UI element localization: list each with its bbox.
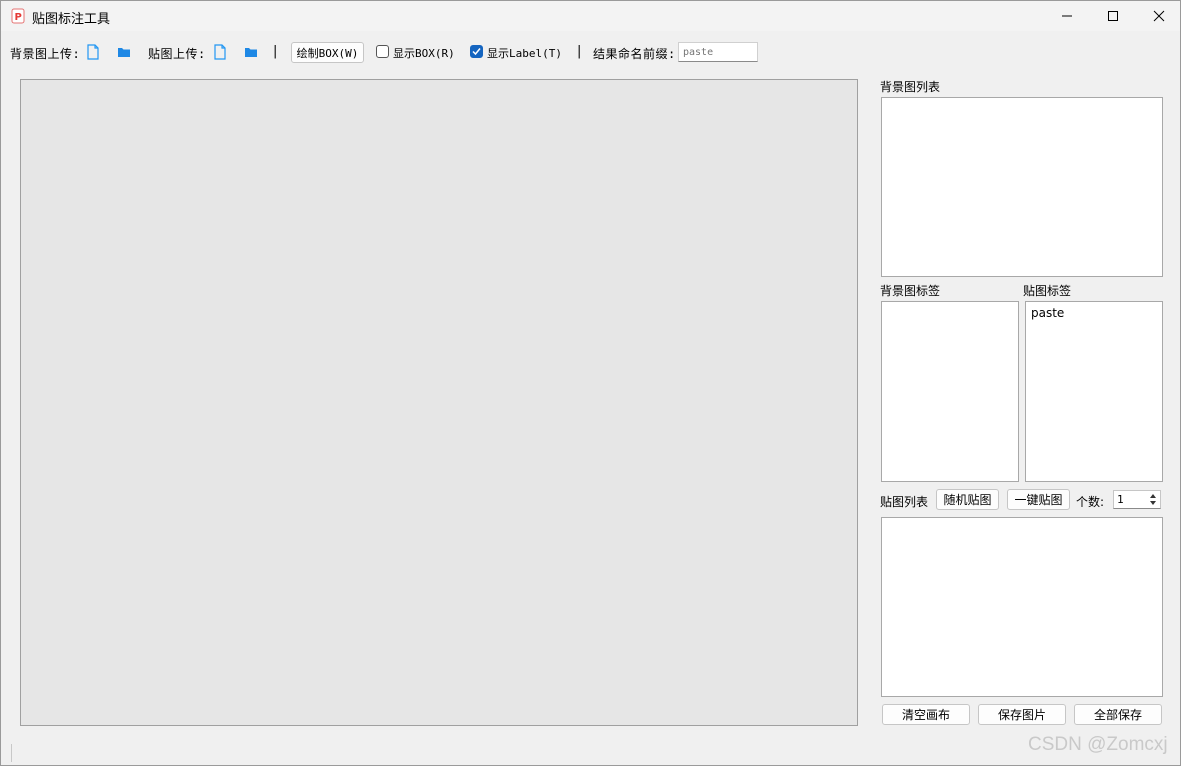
prefix-input[interactable] xyxy=(678,42,758,62)
window-title: 贴图标注工具 xyxy=(32,12,111,27)
show-label-checkbox[interactable] xyxy=(470,45,483,58)
maximize-button[interactable] xyxy=(1090,1,1136,31)
app-logo-icon: P xyxy=(11,8,25,24)
toolbar-separator: | xyxy=(273,44,278,59)
bg-tags-list[interactable] xyxy=(881,301,1019,482)
count-value: 1 xyxy=(1117,493,1124,506)
draw-box-button[interactable]: 绘制BOX(W) xyxy=(291,42,364,63)
paste-tags-list[interactable]: paste xyxy=(1025,301,1163,482)
bg-list-label: 背景图列表 xyxy=(880,80,941,94)
paste-list-label: 贴图列表 xyxy=(880,495,929,509)
paste-upload-folder-icon[interactable] xyxy=(244,44,258,60)
bg-upload-label: 背景图上传: xyxy=(10,47,81,61)
title-bar: P 贴图标注工具 xyxy=(1,1,1180,31)
bg-upload-file-icon[interactable] xyxy=(86,44,100,60)
close-icon xyxy=(1153,10,1165,22)
count-label: 个数: xyxy=(1076,495,1105,509)
status-divider xyxy=(11,744,12,762)
checkmark-icon xyxy=(472,48,481,56)
show-label-label: 显示Label(T) xyxy=(487,47,562,60)
bg-upload-folder-icon[interactable] xyxy=(117,44,131,60)
maximize-icon xyxy=(1108,11,1118,21)
save-all-button[interactable]: 全部保存 xyxy=(1074,704,1162,725)
toolbar-separator: | xyxy=(577,44,582,59)
minimize-button[interactable] xyxy=(1044,1,1090,31)
save-image-button[interactable]: 保存图片 xyxy=(978,704,1066,725)
bg-image-list[interactable] xyxy=(881,97,1163,277)
count-spinbox[interactable]: 1 xyxy=(1113,490,1161,509)
random-paste-button[interactable]: 随机贴图 xyxy=(936,489,999,510)
minimize-icon xyxy=(1062,15,1072,17)
show-box-label: 显示BOX(R) xyxy=(393,47,455,60)
watermark: CSDN @Zomcxj xyxy=(1028,734,1168,755)
show-box-checkbox[interactable] xyxy=(376,45,389,58)
list-item[interactable]: paste xyxy=(1031,306,1064,320)
annotation-canvas[interactable] xyxy=(20,79,858,726)
paste-upload-file-icon[interactable] xyxy=(213,44,227,60)
close-button[interactable] xyxy=(1136,1,1181,31)
clear-canvas-button[interactable]: 清空画布 xyxy=(882,704,970,725)
spin-arrows-icon[interactable] xyxy=(1148,492,1158,507)
one-click-paste-button[interactable]: 一键贴图 xyxy=(1007,489,1070,510)
paste-upload-label: 贴图上传: xyxy=(148,47,206,61)
svg-text:P: P xyxy=(15,12,22,23)
paste-tags-label: 贴图标签 xyxy=(1023,284,1072,298)
prefix-label: 结果命名前缀: xyxy=(593,47,676,61)
status-bar xyxy=(1,737,1180,765)
paste-image-list[interactable] xyxy=(881,517,1163,697)
bg-tags-label: 背景图标签 xyxy=(880,284,941,298)
app-window: P 贴图标注工具 背景图上传: 贴图上传: | 绘制BOX(W) 显示BOX(R… xyxy=(0,0,1181,766)
